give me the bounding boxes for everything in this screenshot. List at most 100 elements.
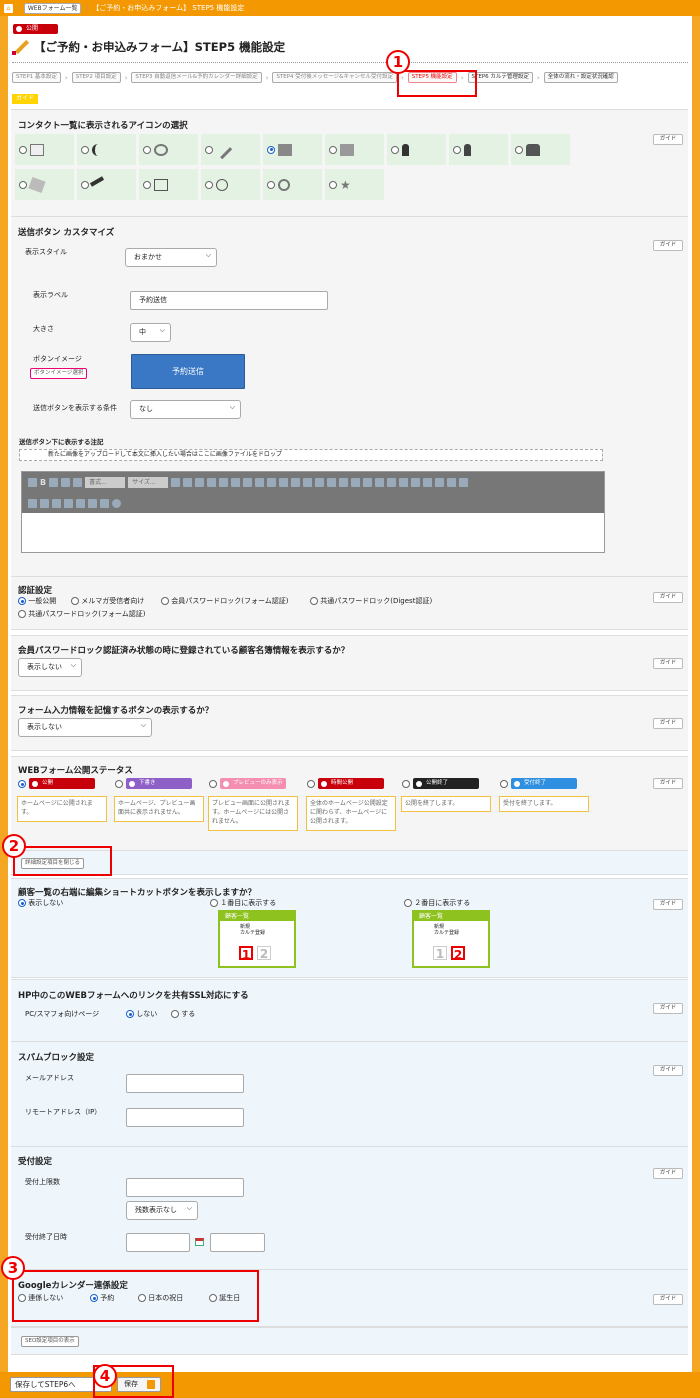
button-size-select[interactable]: 中	[130, 322, 171, 342]
status-radio[interactable]	[500, 780, 508, 788]
step-2-tab[interactable]: STEP2 項目設定	[71, 72, 121, 83]
guide-button[interactable]: ガイド	[653, 778, 683, 789]
remember-select[interactable]: 表示しない	[18, 717, 152, 737]
icon-option-alert[interactable]	[139, 134, 198, 165]
step-1-tab[interactable]: STEP1 基本設定	[12, 72, 61, 83]
step-4-tab[interactable]: STEP4 受付後メッセージ&キャンセル受付設定	[272, 72, 397, 83]
status-option-button[interactable]: 下書き	[126, 778, 192, 789]
status-description: 公開を終了します。	[401, 796, 491, 812]
shortcut-option-second[interactable]: ２番目に表示する	[404, 898, 470, 908]
step-navigation: STEP1 基本設定 › STEP2 項目設定 › STEP3 自動返信メール&予約…	[12, 72, 618, 83]
status-radio[interactable]	[18, 780, 26, 788]
guide-button[interactable]: ガイド	[653, 1294, 683, 1305]
title-divider	[12, 62, 688, 63]
callout-box-2	[13, 846, 112, 876]
shortcut-option-first[interactable]: １番目に表示する	[210, 898, 276, 908]
overall-flow-tab[interactable]: 全体の流れ・設定状況確認	[543, 72, 618, 83]
auth-option-public[interactable]: 一般公開	[18, 596, 56, 606]
spam-ip-input[interactable]	[126, 1108, 244, 1127]
icon-option-group[interactable]	[511, 134, 570, 165]
auth-option-member[interactable]: 会員パスワードロック(フォーム認証)	[161, 596, 289, 606]
button-image-select-button[interactable]: ボタンイメージ選択	[30, 368, 88, 379]
format-select[interactable]: 書式...	[85, 477, 126, 488]
ssl-option-no[interactable]: しない	[126, 1009, 157, 1019]
guide-button[interactable]: ガイド	[653, 1168, 683, 1179]
guide-button[interactable]: ガイド	[653, 658, 683, 669]
icon-option-mail[interactable]	[15, 134, 74, 165]
remaining-display-select[interactable]: 残数表示なし	[126, 1200, 198, 1220]
group-icon	[526, 143, 540, 156]
guide-button[interactable]: ガイド	[653, 899, 683, 910]
ssl-section: HP中のこのWEBフォームへのリンクを共有SSL対応にする ガイド PC/スマフ…	[11, 979, 688, 1043]
home-icon[interactable]: ⌂	[4, 3, 13, 13]
remember-section: フォーム入力情報を記憶するボタンの表示するか？ ガイド 表示しない	[11, 695, 688, 751]
icon-option-arrow[interactable]	[77, 169, 136, 200]
status-radio[interactable]	[307, 780, 315, 788]
reception-limit-input[interactable]	[126, 1178, 244, 1197]
icon-select-section: コンタクト一覧に表示されるアイコンの選択 ガイド ★	[11, 109, 688, 220]
status-option-button[interactable]: 公開終了	[413, 778, 479, 789]
status-option-button[interactable]: 公開	[29, 778, 95, 789]
spam-mail-input[interactable]	[126, 1074, 244, 1093]
icon-option-pencil[interactable]	[201, 134, 260, 165]
icon-option-person-2[interactable]	[449, 134, 508, 165]
display-style-select[interactable]: おまかせ	[125, 247, 217, 267]
auth-option-common-form[interactable]: 共通パスワードロック(フォーム認証)	[18, 609, 146, 619]
status-radio[interactable]	[402, 780, 410, 788]
status-description: ホームページ、プレビュー画面共に表示されません。	[114, 796, 204, 822]
status-description: 受付を終了します。	[499, 796, 589, 812]
button-label-input[interactable]: 予約送信	[130, 291, 328, 310]
detail-toggle-section: 詳細設定項目を閉じる	[11, 850, 688, 875]
rich-text-editor: B 書式... サイズ...	[21, 471, 605, 553]
icon-option-person[interactable]	[387, 134, 446, 165]
top-breadcrumb-bar: ⌂ › WEBフォーム一覧 › 【ご予約・お申込みフォーム】 STEP5 機能設…	[0, 0, 700, 16]
icon-option-star[interactable]: ★	[325, 169, 384, 200]
ssl-option-yes[interactable]: する	[171, 1009, 195, 1019]
status-option-button[interactable]: 時間公開	[318, 778, 384, 789]
status-radio[interactable]	[115, 780, 123, 788]
tag-icon	[28, 176, 46, 193]
guide-button[interactable]: ガイド	[653, 1065, 683, 1076]
icon-option-tag[interactable]	[15, 169, 74, 200]
note-icon	[340, 143, 354, 156]
auth-option-newsletter[interactable]: メルマガ受信者向け	[71, 596, 144, 606]
reception-end-date-input[interactable]	[126, 1233, 190, 1252]
icon-option-phone[interactable]	[77, 134, 136, 165]
public-status-badge: 公開	[13, 24, 58, 34]
page-title: 【ご予約・お申込みフォーム】STEP5 機能設定	[12, 38, 285, 55]
send-button-preview: 予約送信	[131, 354, 245, 389]
icon-section-title: コンタクト一覧に表示されるアイコンの選択	[18, 121, 188, 131]
auth-option-digest[interactable]: 共通パスワードロック(Digest認証)	[310, 596, 432, 606]
guide-button[interactable]: ガイド	[653, 240, 683, 251]
guide-button[interactable]: ガイド	[653, 1003, 683, 1014]
calendar-icon[interactable]	[195, 1238, 204, 1246]
person-icon	[402, 143, 409, 156]
cancel-icon	[278, 178, 290, 191]
guide-tag[interactable]: ガイド	[12, 94, 39, 104]
image-drop-zone[interactable]: 新たに画像をアップロードして本文に挿入したい場合はここに画像ファイルをドロップ	[19, 449, 603, 461]
member-info-select[interactable]: 表示しない	[18, 657, 82, 677]
status-option-button[interactable]: プレビューのみ表示	[220, 778, 286, 789]
guide-button[interactable]: ガイド	[653, 134, 683, 145]
seo-show-button[interactable]: SEO設定項目の表示	[21, 1336, 79, 1347]
status-option-button[interactable]: 受付終了	[511, 778, 577, 789]
size-select[interactable]: サイズ...	[128, 477, 169, 488]
step-6-tab[interactable]: STEP6 カルテ管理設定	[467, 72, 533, 83]
breadcrumb-form-list[interactable]: WEBフォーム一覧	[23, 2, 82, 14]
guide-button[interactable]: ガイド	[653, 718, 683, 729]
reception-end-time-input[interactable]	[210, 1233, 265, 1252]
icon-option-image[interactable]	[263, 134, 322, 165]
icon-option-cancel[interactable]	[263, 169, 322, 200]
spam-block-section: スパムブロック設定 ガイド メールアドレス リモートアドレス（IP）	[11, 1041, 688, 1157]
shortcut-option-none[interactable]: 表示しない	[18, 898, 63, 908]
publish-status-section: WEBフォーム公開ステータス ガイド 公開 ホームページに公開されます。 下書き ホー…	[11, 756, 688, 862]
icon-option-note[interactable]	[325, 134, 384, 165]
step-3-tab[interactable]: STEP3 自動返信メール&予約カレンダー詳細設定	[131, 72, 262, 83]
button-display-condition-select[interactable]: なし	[130, 399, 241, 419]
status-radio[interactable]	[209, 780, 217, 788]
icon-option-clock[interactable]	[201, 169, 260, 200]
arrow-icon	[89, 175, 109, 194]
envelope-icon	[30, 143, 44, 156]
icon-option-calendar[interactable]	[139, 169, 198, 200]
guide-button[interactable]: ガイド	[653, 592, 683, 603]
